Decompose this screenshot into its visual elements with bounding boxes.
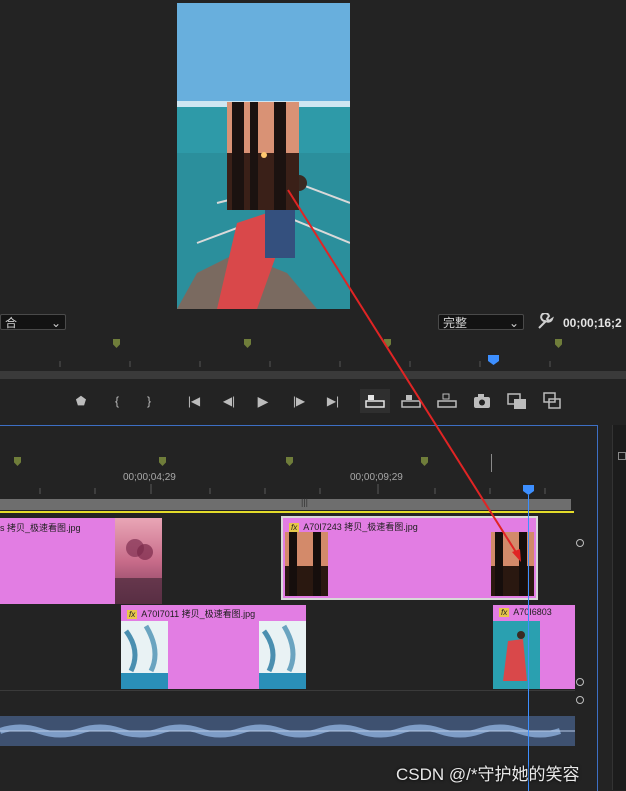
video-frame-image xyxy=(177,3,350,309)
proxy-toggle-icon[interactable] xyxy=(540,389,564,413)
track-divider xyxy=(0,690,575,691)
extract-button[interactable] xyxy=(398,389,424,413)
fit-dropdown-value: 合 xyxy=(5,316,18,330)
fx-badge[interactable]: fx xyxy=(499,608,510,617)
lift-button[interactable] xyxy=(360,389,390,413)
marker-icon[interactable] xyxy=(384,339,391,348)
comparison-view-icon[interactable] xyxy=(505,389,529,413)
ruler-ticks xyxy=(59,361,551,367)
fx-badge[interactable]: fx xyxy=(289,523,300,532)
vertical-zoom-handle[interactable] xyxy=(576,696,584,704)
fx-badge[interactable]: fx xyxy=(127,610,138,619)
monitor-scroll-bar[interactable] xyxy=(0,371,626,379)
timeline-ruler[interactable]: 00;00;04;29 00;00;09;29 xyxy=(0,430,575,502)
insert-button[interactable] xyxy=(434,389,460,413)
timeline-playhead-line[interactable] xyxy=(528,495,529,791)
video-track-v1: fx A70I7011 拷贝_极速看图.jpg fx A70I6803 xyxy=(0,602,575,692)
audio-track-a1[interactable] xyxy=(0,716,575,746)
marker-icon[interactable] xyxy=(555,339,562,348)
video-track-v2: s 拷贝_极速看图.jpg fx A70I7243 拷贝_极速看图.jpg xyxy=(0,514,575,604)
marker-icon[interactable] xyxy=(159,457,166,466)
clip-label: A70I7243 拷贝_极速看图.jpg xyxy=(303,522,418,532)
step-forward-icon[interactable]: |▶ xyxy=(289,391,309,411)
clip-v1-1[interactable]: fx A70I7011 拷贝_极速看图.jpg xyxy=(121,605,306,689)
vertical-zoom-handle[interactable] xyxy=(576,678,584,686)
monitor-time-ruler[interactable] xyxy=(0,333,626,381)
step-back-icon[interactable]: ◀| xyxy=(219,391,239,411)
grip-icon[interactable]: ||| xyxy=(301,497,308,507)
marker-icon[interactable] xyxy=(421,457,428,466)
program-video-frame[interactable] xyxy=(177,3,350,309)
clip-label: A70I7011 拷贝_极速看图.jpg xyxy=(141,609,256,619)
chevron-down-icon: ⌄ xyxy=(508,316,519,330)
clip-v2-2-selected[interactable]: fx A70I7243 拷贝_极速看图.jpg xyxy=(281,516,538,600)
add-marker-icon[interactable]: ⬟ xyxy=(71,391,91,411)
playback-resolution-dropdown[interactable]: 完整 ⌄ xyxy=(438,314,524,330)
marker-icon[interactable] xyxy=(113,339,120,348)
marker-icon[interactable] xyxy=(244,339,251,348)
play-icon[interactable]: ▶ xyxy=(253,391,273,411)
timeline-panel: 00;00;04;29 00;00;09;29 ||| s 拷贝_极速看图.jp… xyxy=(0,425,598,791)
clip-label: s 拷贝_极速看图.jpg xyxy=(0,523,81,533)
render-status-bar xyxy=(0,511,574,513)
marker-icon[interactable] xyxy=(14,457,21,466)
program-monitor: 合 ⌄ 完整 ⌄ 00;00;16;2 xyxy=(0,0,626,380)
fit-dropdown[interactable]: 合 ⌄ xyxy=(0,314,66,330)
clip-thumbnail-start xyxy=(121,621,168,689)
wrench-settings-icon[interactable] xyxy=(536,312,554,331)
watermark: CSDN @/*守护她的笑容 xyxy=(396,765,580,784)
playback-resolution-value: 完整 xyxy=(443,316,468,330)
clip-v2-1[interactable]: s 拷贝_极速看图.jpg xyxy=(0,518,115,604)
mark-in-icon[interactable]: { xyxy=(107,391,127,411)
clip-thumbnail xyxy=(115,518,162,604)
vertical-zoom-handle[interactable] xyxy=(576,539,584,547)
mark-out-icon[interactable]: } xyxy=(139,391,159,411)
meter-box-icon[interactable] xyxy=(618,452,626,460)
playhead-timecode[interactable]: 00;00;16;2 xyxy=(563,316,622,330)
chevron-down-icon: ⌄ xyxy=(50,316,61,330)
clip-label: A70I6803 xyxy=(513,607,552,617)
clip-thumbnail-end xyxy=(259,621,306,689)
work-area-bar[interactable]: ||| xyxy=(0,497,571,510)
clip-v1-2[interactable]: fx A70I6803 xyxy=(493,605,575,689)
export-frame-camera-icon[interactable] xyxy=(470,389,494,413)
audio-waveform xyxy=(0,724,575,738)
panel-focus-border xyxy=(597,426,598,791)
audio-meter-panel xyxy=(612,425,626,790)
edit-point-line xyxy=(491,454,492,472)
go-to-in-icon[interactable]: |◀ xyxy=(184,391,204,411)
ruler-ticks xyxy=(39,484,546,494)
go-to-out-icon[interactable]: ▶| xyxy=(323,391,343,411)
marker-icon[interactable] xyxy=(286,457,293,466)
clip-thumbnail-start xyxy=(285,532,328,596)
clip-thumbnail xyxy=(493,621,540,689)
transport-controls: ⬟ { } |◀ ◀| ▶ |▶ ▶| xyxy=(0,385,626,417)
